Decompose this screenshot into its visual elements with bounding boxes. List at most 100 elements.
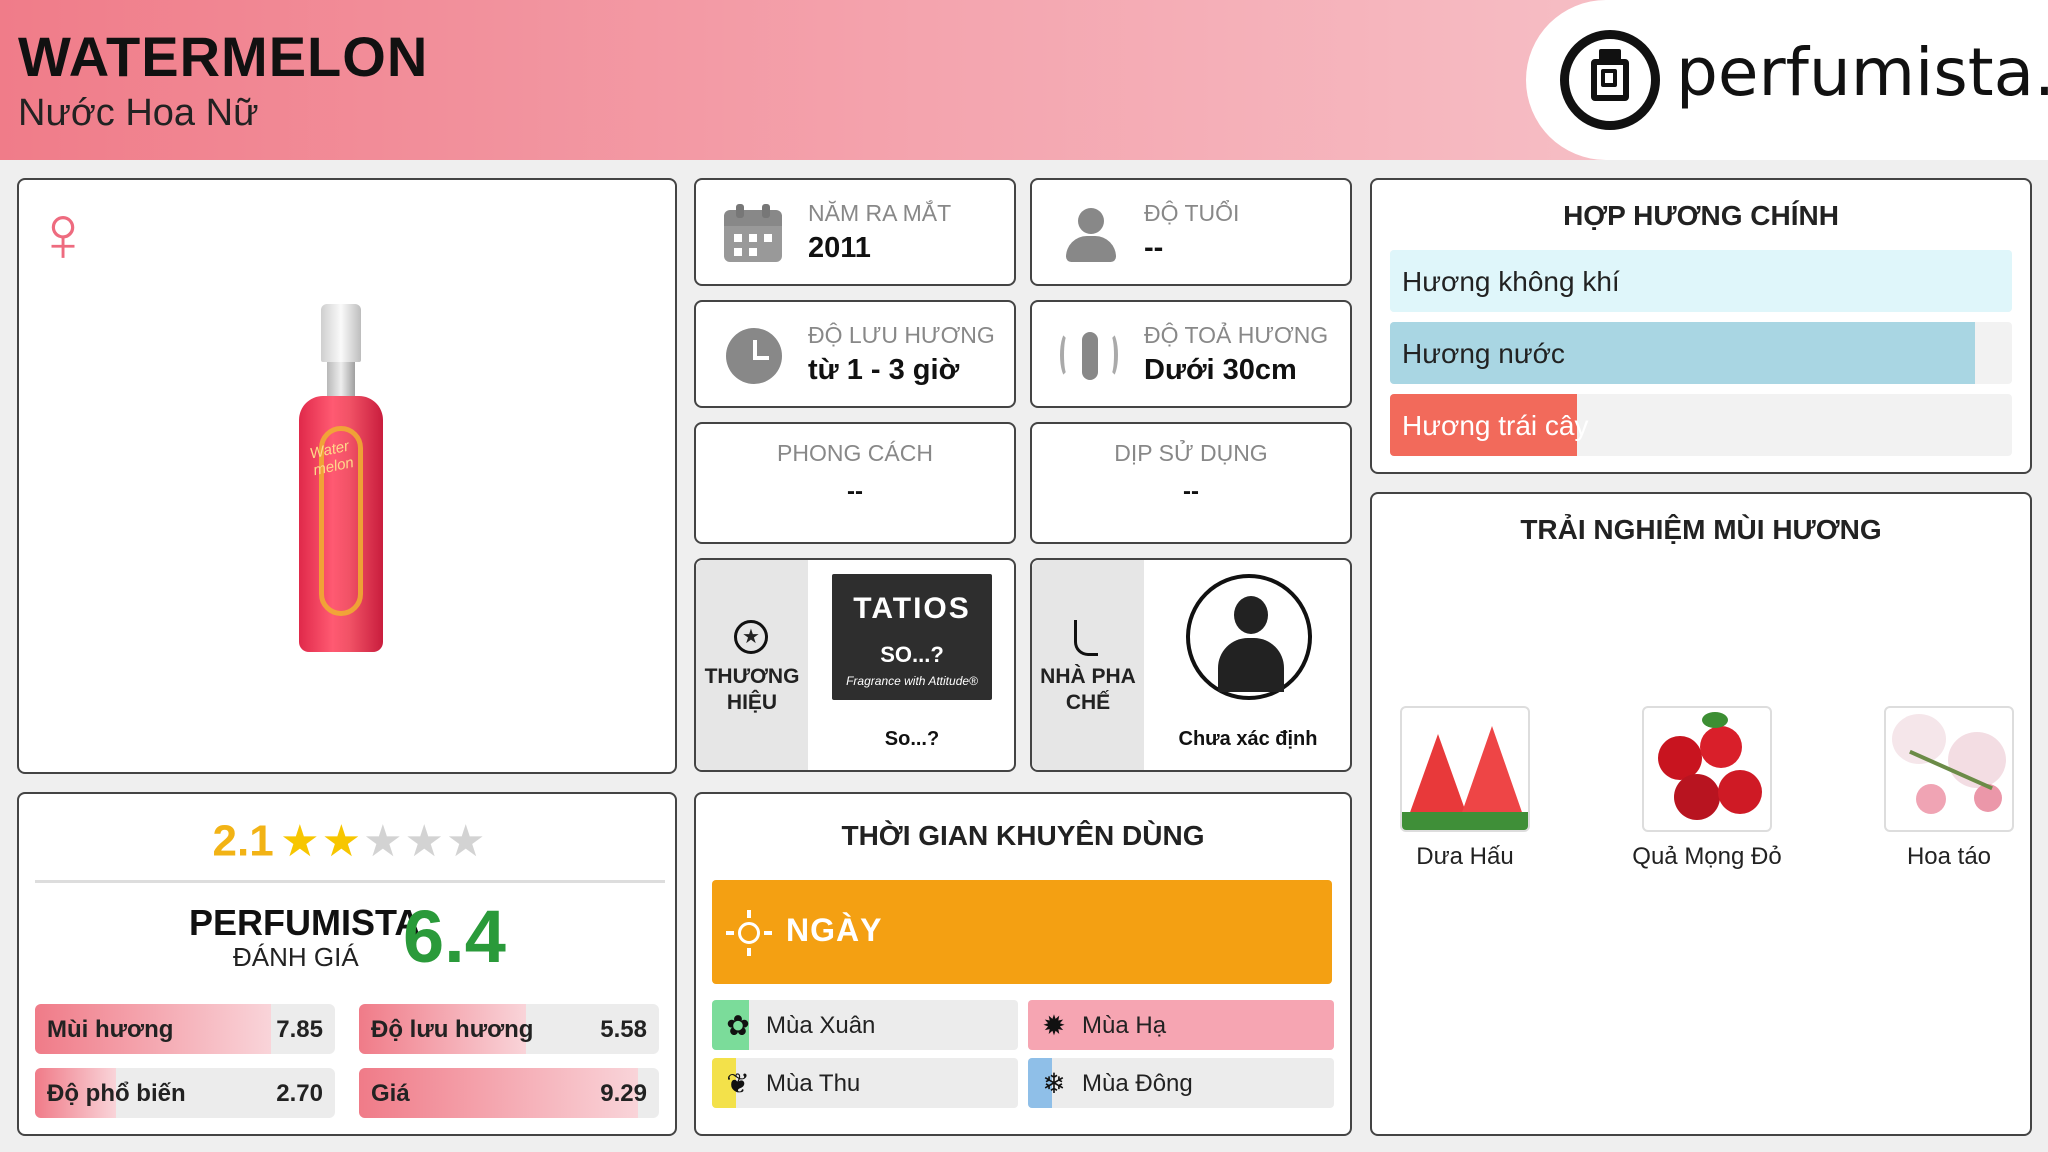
age-tile: ĐỘ TUỔI -- (1030, 178, 1352, 286)
brand-logo-text-bottom: Fragrance with Attitude® (846, 674, 978, 688)
accord-label: Hương trái cây (1402, 410, 1589, 441)
season-label: Mùa Đông (1082, 1070, 1193, 1097)
user-rating: 2.1 ★★★★★ (19, 816, 679, 867)
metric-price: Giá 9.29 (359, 1068, 659, 1118)
occasion-value: -- (1183, 478, 1199, 505)
calendar-icon (724, 204, 784, 264)
metric-label: Độ phổ biến (47, 1080, 186, 1107)
metric-longevity: Độ lưu hương 5.58 (359, 1004, 659, 1054)
season-label: Mùa Hạ (1082, 1012, 1167, 1039)
age-label: ĐỘ TUỔI (1144, 200, 1240, 226)
time-of-use-title: THỜI GIAN KHUYÊN DÙNG (841, 820, 1205, 851)
watermelon-icon (1400, 706, 1530, 832)
scent-notes-title: TRẢI NGHIỆM MÙI HƯƠNG (1520, 514, 1882, 545)
time-of-use-card: THỜI GIAN KHUYÊN DÙNG NGÀY ✿ Mùa Xuân ✹ … (694, 792, 1352, 1136)
occasion-label: DỊP SỬ DỤNG (1114, 440, 1268, 466)
star-icon: ★ (280, 817, 320, 866)
metric-value: 9.29 (600, 1080, 647, 1107)
brand-tile[interactable]: ★ THƯƠNG HIỆU TATIOS SO...? Fragrance wi… (694, 558, 1016, 772)
star-icon: ★ (445, 817, 486, 866)
metric-value: 7.85 (276, 1016, 323, 1043)
user-rating-score: 2.1 (212, 816, 274, 866)
accord-label: Hương không khí (1402, 266, 1620, 297)
day-bar: NGÀY (712, 880, 1332, 984)
brand-logo-image: TATIOS SO...? Fragrance with Attitude® (832, 574, 992, 700)
site-logo[interactable]: perfumista.vn (1526, 0, 2048, 160)
divider (35, 880, 665, 883)
apple-blossom-icon (1884, 706, 2014, 832)
style-label: PHONG CÁCH (777, 440, 933, 466)
launch-year-value: 2011 (808, 232, 871, 264)
scent-notes-card: TRẢI NGHIỆM MÙI HƯƠNG Dưa Hấu Quả Mọng Đ… (1370, 492, 2032, 1136)
main-accords-title: HỢP HƯƠNG CHÍNH (1563, 200, 1839, 231)
star-icon: ★ (363, 817, 403, 866)
longevity-tile: ĐỘ LƯU HƯƠNG từ 1 - 3 giờ (694, 300, 1016, 408)
ratings-card: 2.1 ★★★★★ PERFUMISTA ĐÁNH GIÁ 6.4 Mùi hư… (17, 792, 677, 1136)
metric-value: 2.70 (276, 1080, 323, 1107)
perfumista-label: PERFUMISTA (189, 902, 421, 943)
sun-icon: ✹ (1042, 1010, 1066, 1041)
perfumer-tile[interactable]: NHÀ PHA CHẾ Chưa xác định (1030, 558, 1352, 772)
note-label: Hoa táo (1906, 843, 1992, 870)
metric-value: 5.58 (600, 1016, 647, 1043)
accord-bar: Hương nước (1390, 322, 2012, 384)
brand-side-panel: ★ THƯƠNG HIỆU (696, 560, 808, 770)
season-summer: ✹ Mùa Hạ (1028, 1000, 1334, 1050)
longevity-label: ĐỘ LƯU HƯƠNG (808, 322, 995, 348)
page-header: WATERMELON Nước Hoa Nữ perfumista.vn (0, 0, 2048, 160)
perfume-title: WATERMELON (18, 25, 429, 88)
star-rating: ★★★★★ (278, 817, 485, 866)
sillage-icon (1060, 326, 1120, 386)
perfume-subtitle: Nước Hoa Nữ (18, 92, 259, 134)
flower-icon: ✿ (726, 1010, 750, 1041)
launch-year-tile: NĂM RA MẮT 2011 (694, 178, 1016, 286)
main-accords-card: HỢP HƯƠNG CHÍNH Hương không khí Hương nư… (1370, 178, 2032, 474)
nose-star-icon: ★ (734, 620, 768, 654)
sillage-tile: ĐỘ TOẢ HƯƠNG Dưới 30cm (1030, 300, 1352, 408)
accord-bar: Hương không khí (1390, 250, 2012, 312)
clock-icon (724, 326, 784, 386)
perfumista-score: 6.4 (403, 895, 506, 978)
metric-label: Độ lưu hương (371, 1016, 534, 1043)
perfumer-name[interactable]: Chưa xác định (1144, 728, 1352, 751)
style-tile: PHONG CÁCH -- (694, 422, 1016, 544)
season-label: Mùa Xuân (766, 1012, 876, 1039)
red-berries-icon (1642, 706, 1772, 832)
site-logo-text: perfumista.vn (1676, 34, 2048, 111)
age-value: -- (1144, 232, 1164, 264)
accord-bar: Hương trái cây (1390, 394, 2012, 456)
season-fill (1028, 1000, 1334, 1050)
brand-logo-text-mid: SO...? (880, 642, 944, 667)
nose-icon (1074, 620, 1098, 656)
season-spring: ✿ Mùa Xuân (712, 1000, 1018, 1050)
perfume-bottle-logo-icon (1560, 30, 1660, 130)
product-card: ♀ Water melon (17, 178, 677, 774)
metric-label: Mùi hương (47, 1016, 174, 1043)
perfumista-sublabel: ĐÁNH GIÁ (233, 942, 359, 972)
note-label: Dưa Hấu (1416, 843, 1514, 870)
accord-label: Hương nước (1402, 338, 1565, 369)
product-bottle-label: Water melon (308, 437, 356, 480)
sillage-label: ĐỘ TOẢ HƯƠNG (1144, 322, 1329, 348)
snowflake-icon: ❄ (1042, 1068, 1066, 1099)
leaf-icon: ❦ (726, 1068, 750, 1099)
metric-scent: Mùi hương 7.85 (35, 1004, 335, 1054)
star-icon: ★ (321, 817, 362, 866)
brand-logo-text-top: TATIOS (853, 592, 971, 625)
occasion-tile: DỊP SỬ DỤNG -- (1030, 422, 1352, 544)
person-icon (1060, 204, 1120, 264)
venus-icon: ♀ (33, 189, 93, 278)
longevity-value: từ 1 - 3 giờ (808, 354, 960, 386)
season-label: Mùa Thu (766, 1070, 861, 1097)
sun-icon (726, 910, 772, 956)
season-winter: ❄ Mùa Đông (1028, 1058, 1334, 1108)
style-value: -- (847, 478, 863, 505)
brand-name[interactable]: So...? (808, 728, 1016, 751)
star-icon: ★ (404, 817, 444, 866)
metric-popularity: Độ phổ biến 2.70 (35, 1068, 335, 1118)
metric-label: Giá (371, 1080, 410, 1107)
product-image: Water melon (299, 304, 383, 652)
day-label: NGÀY (786, 912, 883, 948)
season-autumn: ❦ Mùa Thu (712, 1058, 1018, 1108)
note-label: Quả Mọng Đỏ (1632, 843, 1782, 870)
